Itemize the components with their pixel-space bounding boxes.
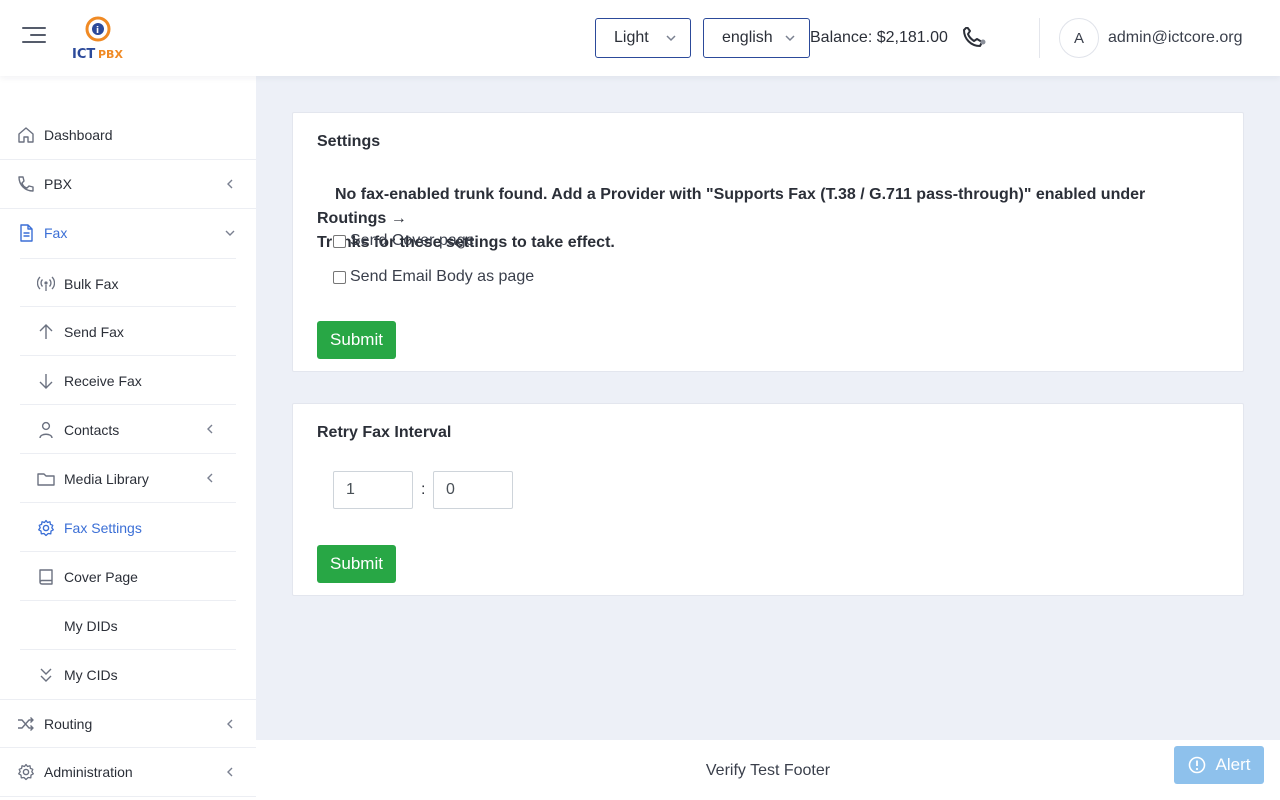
arrow-up-icon: [39, 324, 53, 339]
sidebar-item-label: Bulk Fax: [64, 276, 119, 292]
home-icon: [18, 127, 34, 143]
sidebar-item-label: Fax Settings: [64, 520, 142, 536]
send-email-body-checkbox[interactable]: [333, 270, 346, 284]
balance-display: Balance: $2,181.00: [810, 29, 948, 46]
sidebar-item-label: Send Fax: [64, 324, 124, 340]
sidebar-item-receive-fax[interactable]: Receive Fax: [20, 356, 236, 405]
sidebar-item-label: My DIDs: [64, 618, 118, 634]
retry-card-title: Retry Fax Interval: [317, 424, 452, 441]
sidebar-item-routing[interactable]: Routing: [0, 699, 256, 748]
sidebar-item-label: Receive Fax: [64, 373, 142, 389]
language-select-value: english: [722, 29, 773, 46]
send-email-body-label: Send Email Body as page: [350, 268, 535, 285]
sidebar-item-label: Media Library: [64, 471, 149, 487]
sidebar: Dashboard PBX Fax Bulk Fax Send Fax Rece…: [0, 76, 256, 800]
sidebar-item-my-dids[interactable]: My DIDs: [20, 601, 236, 650]
sidebar-item-label: Contacts: [64, 422, 120, 438]
svg-text:PBX: PBX: [98, 48, 123, 61]
sidebar-item-cover-page[interactable]: Cover Page: [20, 552, 236, 601]
sidebar-item-my-cids[interactable]: My CIDs: [20, 650, 236, 699]
gear-icon: [38, 519, 54, 537]
sidebar-item-label: My CIDs: [64, 667, 118, 683]
warning-line-1: No fax-enabled trunk found. Add a Provid…: [317, 186, 1146, 227]
send-email-body-row: Send Email Body as page: [333, 268, 534, 286]
chevron-left-icon: [227, 719, 233, 729]
shuffle-icon: [18, 717, 34, 731]
svg-text:ICT: ICT: [72, 47, 95, 62]
retry-fax-interval-card: Retry Fax Interval 1 : 0 Submit: [292, 403, 1244, 596]
arrow-down-icon: [39, 374, 53, 389]
header-divider: [1039, 18, 1040, 58]
user-email[interactable]: admin@ictcore.org: [1108, 29, 1243, 47]
settings-card-title: Settings: [317, 133, 381, 150]
chevron-down-icon: [225, 230, 235, 236]
sidebar-item-send-fax[interactable]: Send Fax: [20, 307, 236, 356]
sidebar-item-label: Fax: [44, 225, 68, 241]
send-cover-page-label: Send Cover page: [350, 232, 475, 249]
folder-icon: [37, 473, 55, 486]
settings-submit-button[interactable]: Submit: [317, 321, 396, 359]
sidebar-item-dashboard[interactable]: Dashboard: [0, 111, 256, 160]
theme-select[interactable]: Light: [595, 18, 691, 58]
sidebar-item-pbx[interactable]: PBX: [0, 160, 256, 209]
page-footer: Verify Test Footer: [256, 740, 1280, 800]
chevrons-down-icon: [40, 668, 52, 682]
chevron-down-icon: [666, 35, 676, 42]
sidebar-item-fax-settings[interactable]: Fax Settings: [20, 503, 236, 552]
retry-hours-input[interactable]: 1: [333, 471, 413, 509]
book-icon: [39, 569, 53, 585]
sidebar-item-label: Cover Page: [64, 569, 138, 585]
theme-select-value: Light: [614, 29, 649, 46]
time-separator: :: [421, 481, 426, 498]
ictpbx-logo[interactable]: i ICT PBX: [70, 14, 126, 62]
chevron-left-icon: [207, 424, 213, 434]
sidebar-item-administration[interactable]: Administration: [0, 748, 256, 797]
sidebar-item-label: PBX: [44, 176, 73, 192]
svg-text:i: i: [96, 26, 99, 36]
sidebar-item-label: Routing: [44, 716, 93, 732]
user-avatar[interactable]: A: [1059, 18, 1099, 58]
menu-toggle-icon[interactable]: [22, 27, 46, 49]
sidebar-item-media-library[interactable]: Media Library: [20, 454, 236, 503]
alert-button-label: Alert: [1215, 755, 1251, 774]
alert-circle-icon: [1188, 756, 1205, 774]
settings-icon: [18, 763, 34, 781]
user-icon: [39, 421, 53, 439]
sidebar-item-bulk-fax[interactable]: Bulk Fax: [20, 258, 236, 307]
sidebar-item-fax[interactable]: Fax: [0, 209, 256, 258]
chevron-left-icon: [207, 473, 213, 483]
chevron-down-icon: [785, 35, 795, 42]
retry-minutes-input[interactable]: 0: [433, 471, 513, 509]
document-icon: [20, 224, 33, 242]
alert-button[interactable]: Alert: [1174, 746, 1264, 784]
chevron-left-icon: [227, 767, 233, 777]
retry-submit-button[interactable]: Submit: [317, 545, 396, 583]
language-select[interactable]: english: [703, 18, 810, 58]
phone-icon: [18, 176, 34, 192]
settings-card: Settings No fax-enabled trunk found. Add…: [292, 112, 1244, 372]
sidebar-item-label: Dashboard: [44, 127, 113, 143]
chevron-left-icon: [227, 179, 233, 189]
sidebar-item-contacts[interactable]: Contacts: [20, 405, 236, 454]
broadcast-icon: [37, 276, 55, 291]
phone-status-icon[interactable]: [961, 27, 987, 49]
top-header: i ICT PBX Light english Balance: $2,181.…: [0, 0, 1280, 76]
send-cover-page-row: Send Cover page: [333, 232, 475, 250]
send-cover-page-checkbox[interactable]: [333, 234, 346, 248]
sidebar-item-label: Administration: [44, 764, 133, 780]
footer-text: Verify Test Footer: [705, 762, 831, 779]
